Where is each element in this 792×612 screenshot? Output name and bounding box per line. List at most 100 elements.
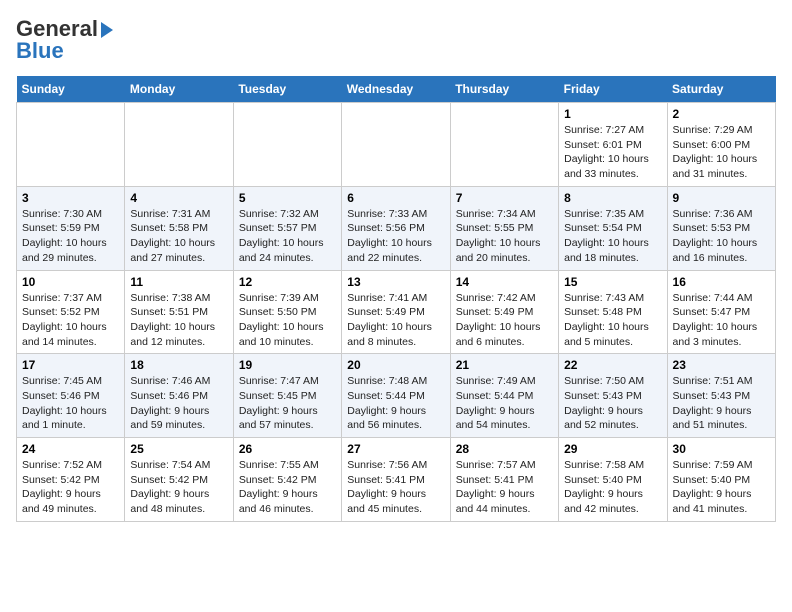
day-number: 4 xyxy=(130,191,227,205)
day-number: 17 xyxy=(22,358,119,372)
day-number: 9 xyxy=(673,191,770,205)
day-number: 25 xyxy=(130,442,227,456)
calendar-cell: 13 Sunrise: 7:41 AM Sunset: 5:49 PM Dayli… xyxy=(342,270,450,354)
calendar-cell: 2 Sunrise: 7:29 AM Sunset: 6:00 PM Daylig… xyxy=(667,103,775,187)
logo: General Blue xyxy=(16,16,113,64)
day-number: 2 xyxy=(673,107,770,121)
calendar-week-row: 10 Sunrise: 7:37 AM Sunset: 5:52 PM Dayli… xyxy=(17,270,776,354)
calendar-week-row: 17 Sunrise: 7:45 AM Sunset: 5:46 PM Dayli… xyxy=(17,354,776,438)
day-number: 15 xyxy=(564,275,661,289)
page-header: General Blue xyxy=(16,16,776,64)
day-info: Sunrise: 7:39 AM Sunset: 5:50 PM Dayligh… xyxy=(239,291,336,350)
day-info: Sunrise: 7:41 AM Sunset: 5:49 PM Dayligh… xyxy=(347,291,444,350)
day-info: Sunrise: 7:30 AM Sunset: 5:59 PM Dayligh… xyxy=(22,207,119,266)
day-info: Sunrise: 7:57 AM Sunset: 5:41 PM Dayligh… xyxy=(456,458,553,517)
day-info: Sunrise: 7:31 AM Sunset: 5:58 PM Dayligh… xyxy=(130,207,227,266)
day-number: 3 xyxy=(22,191,119,205)
calendar-cell: 17 Sunrise: 7:45 AM Sunset: 5:46 PM Dayli… xyxy=(17,354,125,438)
day-info: Sunrise: 7:50 AM Sunset: 5:43 PM Dayligh… xyxy=(564,374,661,433)
day-number: 26 xyxy=(239,442,336,456)
calendar-cell: 29 Sunrise: 7:58 AM Sunset: 5:40 PM Dayli… xyxy=(559,438,667,522)
day-info: Sunrise: 7:58 AM Sunset: 5:40 PM Dayligh… xyxy=(564,458,661,517)
day-info: Sunrise: 7:46 AM Sunset: 5:46 PM Dayligh… xyxy=(130,374,227,433)
calendar-cell: 25 Sunrise: 7:54 AM Sunset: 5:42 PM Dayli… xyxy=(125,438,233,522)
day-info: Sunrise: 7:43 AM Sunset: 5:48 PM Dayligh… xyxy=(564,291,661,350)
calendar-cell: 8Sunrise: 7:35 AM Sunset: 5:54 PM Daylig… xyxy=(559,186,667,270)
day-number: 1 xyxy=(564,107,661,121)
day-info: Sunrise: 7:55 AM Sunset: 5:42 PM Dayligh… xyxy=(239,458,336,517)
calendar-cell: 5 Sunrise: 7:32 AM Sunset: 5:57 PM Daylig… xyxy=(233,186,341,270)
day-number: 19 xyxy=(239,358,336,372)
calendar-cell: 6Sunrise: 7:33 AM Sunset: 5:56 PM Daylig… xyxy=(342,186,450,270)
calendar-cell: 19Sunrise: 7:47 AM Sunset: 5:45 PM Dayli… xyxy=(233,354,341,438)
calendar-cell: 21 Sunrise: 7:49 AM Sunset: 5:44 PM Dayli… xyxy=(450,354,558,438)
day-info: Sunrise: 7:56 AM Sunset: 5:41 PM Dayligh… xyxy=(347,458,444,517)
day-number: 12 xyxy=(239,275,336,289)
day-info: Sunrise: 7:34 AM Sunset: 5:55 PM Dayligh… xyxy=(456,207,553,266)
calendar-cell xyxy=(125,103,233,187)
weekday-header: Saturday xyxy=(667,76,775,103)
day-number: 28 xyxy=(456,442,553,456)
calendar-cell: 15 Sunrise: 7:43 AM Sunset: 5:48 PM Dayli… xyxy=(559,270,667,354)
day-number: 16 xyxy=(673,275,770,289)
weekday-header: Wednesday xyxy=(342,76,450,103)
calendar-cell: 1Sunrise: 7:27 AM Sunset: 6:01 PM Daylig… xyxy=(559,103,667,187)
calendar-table: SundayMondayTuesdayWednesdayThursdayFrid… xyxy=(16,76,776,522)
calendar-cell: 14Sunrise: 7:42 AM Sunset: 5:49 PM Dayli… xyxy=(450,270,558,354)
day-number: 5 xyxy=(239,191,336,205)
calendar-cell: 22Sunrise: 7:50 AM Sunset: 5:43 PM Dayli… xyxy=(559,354,667,438)
day-number: 13 xyxy=(347,275,444,289)
calendar-cell: 12 Sunrise: 7:39 AM Sunset: 5:50 PM Dayli… xyxy=(233,270,341,354)
day-info: Sunrise: 7:38 AM Sunset: 5:51 PM Dayligh… xyxy=(130,291,227,350)
day-number: 24 xyxy=(22,442,119,456)
calendar-cell: 24 Sunrise: 7:52 AM Sunset: 5:42 PM Dayli… xyxy=(17,438,125,522)
calendar-cell: 3 Sunrise: 7:30 AM Sunset: 5:59 PM Daylig… xyxy=(17,186,125,270)
day-info: Sunrise: 7:54 AM Sunset: 5:42 PM Dayligh… xyxy=(130,458,227,517)
day-info: Sunrise: 7:49 AM Sunset: 5:44 PM Dayligh… xyxy=(456,374,553,433)
day-number: 10 xyxy=(22,275,119,289)
day-number: 27 xyxy=(347,442,444,456)
day-info: Sunrise: 7:32 AM Sunset: 5:57 PM Dayligh… xyxy=(239,207,336,266)
calendar-cell xyxy=(450,103,558,187)
calendar-cell: 27 Sunrise: 7:56 AM Sunset: 5:41 PM Dayli… xyxy=(342,438,450,522)
day-number: 30 xyxy=(673,442,770,456)
calendar-cell: 26 Sunrise: 7:55 AM Sunset: 5:42 PM Dayli… xyxy=(233,438,341,522)
weekday-header: Sunday xyxy=(17,76,125,103)
weekday-header: Monday xyxy=(125,76,233,103)
day-info: Sunrise: 7:45 AM Sunset: 5:46 PM Dayligh… xyxy=(22,374,119,433)
calendar-week-row: 1Sunrise: 7:27 AM Sunset: 6:01 PM Daylig… xyxy=(17,103,776,187)
day-number: 18 xyxy=(130,358,227,372)
calendar-cell: 16 Sunrise: 7:44 AM Sunset: 5:47 PM Dayli… xyxy=(667,270,775,354)
day-info: Sunrise: 7:36 AM Sunset: 5:53 PM Dayligh… xyxy=(673,207,770,266)
calendar-cell: 9 Sunrise: 7:36 AM Sunset: 5:53 PM Daylig… xyxy=(667,186,775,270)
calendar-cell xyxy=(17,103,125,187)
calendar-cell: 23Sunrise: 7:51 AM Sunset: 5:43 PM Dayli… xyxy=(667,354,775,438)
day-number: 29 xyxy=(564,442,661,456)
calendar-header-row: SundayMondayTuesdayWednesdayThursdayFrid… xyxy=(17,76,776,103)
day-info: Sunrise: 7:29 AM Sunset: 6:00 PM Dayligh… xyxy=(673,123,770,182)
calendar-cell: 30 Sunrise: 7:59 AM Sunset: 5:40 PM Dayli… xyxy=(667,438,775,522)
weekday-header: Tuesday xyxy=(233,76,341,103)
day-info: Sunrise: 7:35 AM Sunset: 5:54 PM Dayligh… xyxy=(564,207,661,266)
day-number: 21 xyxy=(456,358,553,372)
day-info: Sunrise: 7:48 AM Sunset: 5:44 PM Dayligh… xyxy=(347,374,444,433)
calendar-cell: 18 Sunrise: 7:46 AM Sunset: 5:46 PM Dayli… xyxy=(125,354,233,438)
calendar-week-row: 24 Sunrise: 7:52 AM Sunset: 5:42 PM Dayli… xyxy=(17,438,776,522)
calendar-cell: 10 Sunrise: 7:37 AM Sunset: 5:52 PM Dayli… xyxy=(17,270,125,354)
day-number: 23 xyxy=(673,358,770,372)
day-info: Sunrise: 7:37 AM Sunset: 5:52 PM Dayligh… xyxy=(22,291,119,350)
day-number: 7 xyxy=(456,191,553,205)
weekday-header: Friday xyxy=(559,76,667,103)
logo-text-blue: Blue xyxy=(16,38,64,64)
day-number: 11 xyxy=(130,275,227,289)
calendar-cell: 28 Sunrise: 7:57 AM Sunset: 5:41 PM Dayli… xyxy=(450,438,558,522)
calendar-cell: 20Sunrise: 7:48 AM Sunset: 5:44 PM Dayli… xyxy=(342,354,450,438)
calendar-cell: 4 Sunrise: 7:31 AM Sunset: 5:58 PM Daylig… xyxy=(125,186,233,270)
day-number: 14 xyxy=(456,275,553,289)
day-info: Sunrise: 7:44 AM Sunset: 5:47 PM Dayligh… xyxy=(673,291,770,350)
calendar-week-row: 3 Sunrise: 7:30 AM Sunset: 5:59 PM Daylig… xyxy=(17,186,776,270)
day-info: Sunrise: 7:52 AM Sunset: 5:42 PM Dayligh… xyxy=(22,458,119,517)
calendar-cell: 7 Sunrise: 7:34 AM Sunset: 5:55 PM Daylig… xyxy=(450,186,558,270)
day-info: Sunrise: 7:59 AM Sunset: 5:40 PM Dayligh… xyxy=(673,458,770,517)
day-info: Sunrise: 7:33 AM Sunset: 5:56 PM Dayligh… xyxy=(347,207,444,266)
